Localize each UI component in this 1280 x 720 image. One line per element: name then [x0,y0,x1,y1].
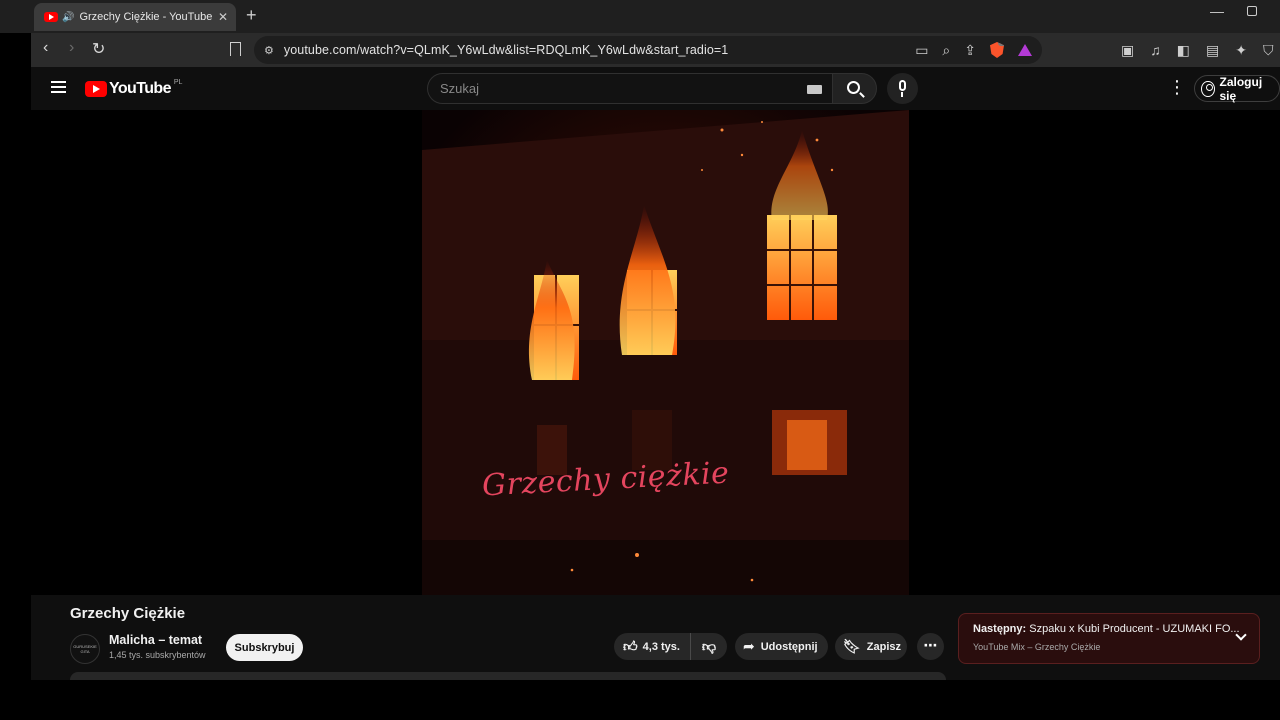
back-icon[interactable]: ‹ [43,39,48,57]
region-code: PL [173,78,183,86]
keyboard-icon[interactable] [807,85,822,94]
shields-count-badge: 99+ [998,40,1011,46]
youtube-play-icon [85,81,107,97]
youtube-page: YouTube PL ⋮ Zaloguj się [31,67,1280,680]
brave-shields-icon[interactable]: 99+ [990,42,1004,58]
dislike-button[interactable]: 👎︎ [691,638,727,655]
video-player[interactable]: Grzechy ciężkie [31,110,1280,595]
microphone-icon [899,80,906,91]
up-next-prefix: Następny: [973,623,1027,635]
search-icon [847,81,860,94]
subscribe-button[interactable]: Subskrybuj [226,634,303,661]
share-icon: ➦ [743,638,755,654]
description-box[interactable] [70,672,946,680]
wallet-icon[interactable]: ▤ [1206,41,1219,59]
minimize-window-icon[interactable]: — [1210,3,1224,19]
account-icon [1201,80,1215,97]
browser-tab-strip: 🔊 Grzechy Ciężkie - YouTube ✕ + — [0,0,1280,33]
bookmark-icon[interactable] [230,42,241,61]
site-settings-icon[interactable]: ⚙ [264,44,274,57]
forward-icon[interactable]: › [69,39,74,57]
thumbs-up-icon: 👍︎ [623,638,638,654]
youtube-favicon-icon [44,12,58,22]
search-input[interactable] [440,81,780,96]
youtube-logo[interactable]: YouTube PL [85,78,183,98]
reload-icon[interactable]: ↻ [92,39,105,59]
youtube-wordmark: YouTube [109,80,171,97]
save-label: Zapisz [866,640,902,653]
video-title: Grzechy Ciężkie [70,605,186,622]
browser-toolbar: ‹ › ↻ ⚙ youtube.com/watch?v=QLmK_Y6wLdw&… [31,33,1280,67]
vpn-icon[interactable]: ⛉ [1263,41,1274,59]
voice-search-button[interactable] [887,73,918,104]
desktop-background [0,33,31,680]
like-count: 4,3 tys. [642,640,680,653]
save-bookmark-icon: 🔖︎ [843,638,861,654]
more-actions-button[interactable]: ⋯ [917,633,944,660]
desktop-background-bottom [0,680,1280,720]
up-next-title: Szpaku x Kubi Producent - UZUMAKI FO... [1029,623,1240,635]
signin-label: Zaloguj się [1219,74,1263,103]
up-next-playlist: YouTube Mix – Grzechy Ciężkie [973,642,1101,652]
toolbar-extensions: ▣ ♫ ◧ ▤ ✦ ⛉ [1121,41,1273,59]
channel-avatar-text: GURUSEKIE GITA [73,644,97,654]
address-bar-actions: ▭ ⌕ ⇪ 99+ [915,41,1032,59]
save-button[interactable]: 🔖︎ Zapisz [835,633,907,660]
like-button[interactable]: 👍︎ 4,3 tys. [614,633,691,660]
reader-mode-icon[interactable]: ▣ [1121,41,1134,59]
leo-ai-icon[interactable]: ✦ [1235,41,1247,59]
settings-more-icon[interactable]: ⋮ [1168,78,1186,96]
thumbs-down-icon: 👎︎ [701,638,717,654]
signin-button[interactable]: Zaloguj się [1194,74,1280,103]
subscriber-count: 1,45 tys. subskrybentów [109,650,206,660]
browser-tab[interactable]: 🔊 Grzechy Ciężkie - YouTube ✕ [34,3,236,31]
tab-title: Grzechy Ciężkie - YouTube [79,11,213,23]
new-tab-button[interactable]: + [246,5,257,26]
up-next-card[interactable]: Następny: Szpaku x Kubi Producent - UZUM… [958,613,1260,664]
share-label: Udostępnij [760,640,818,653]
zoom-icon[interactable]: ⌕ [942,41,950,59]
search-button[interactable] [832,73,877,104]
search-box [427,73,832,104]
music-icon[interactable]: ♫ [1150,41,1161,59]
menu-icon[interactable] [51,81,66,93]
cast-icon[interactable]: ▭ [915,41,928,59]
burning-building-artwork [422,110,909,595]
tab-close-icon[interactable]: ✕ [218,10,228,24]
share-page-icon[interactable]: ⇪ [964,41,976,59]
channel-name[interactable]: Malicha – temat [109,633,202,647]
youtube-header: YouTube PL ⋮ Zaloguj się [31,67,1280,110]
restore-window-icon[interactable] [1247,6,1257,16]
share-button[interactable]: ➦ Udostępnij [735,633,828,660]
channel-avatar[interactable]: GURUSEKIE GITA [70,634,100,664]
sidebar-icon[interactable]: ◧ [1177,41,1190,59]
like-dislike-group: 👍︎ 4,3 tys. 👎︎ [614,633,727,660]
video-artwork: Grzechy ciężkie [422,110,909,595]
microphone-stand [901,92,903,97]
address-bar[interactable]: ⚙ youtube.com/watch?v=QLmK_Y6wLdw&list=R… [254,36,1042,64]
up-next-title-line: Następny: Szpaku x Kubi Producent - UZUM… [973,623,1245,635]
url-text[interactable]: youtube.com/watch?v=QLmK_Y6wLdw&list=RDQ… [284,43,728,57]
speaker-icon[interactable]: 🔊 [62,12,74,23]
rewards-icon[interactable] [1018,44,1032,56]
